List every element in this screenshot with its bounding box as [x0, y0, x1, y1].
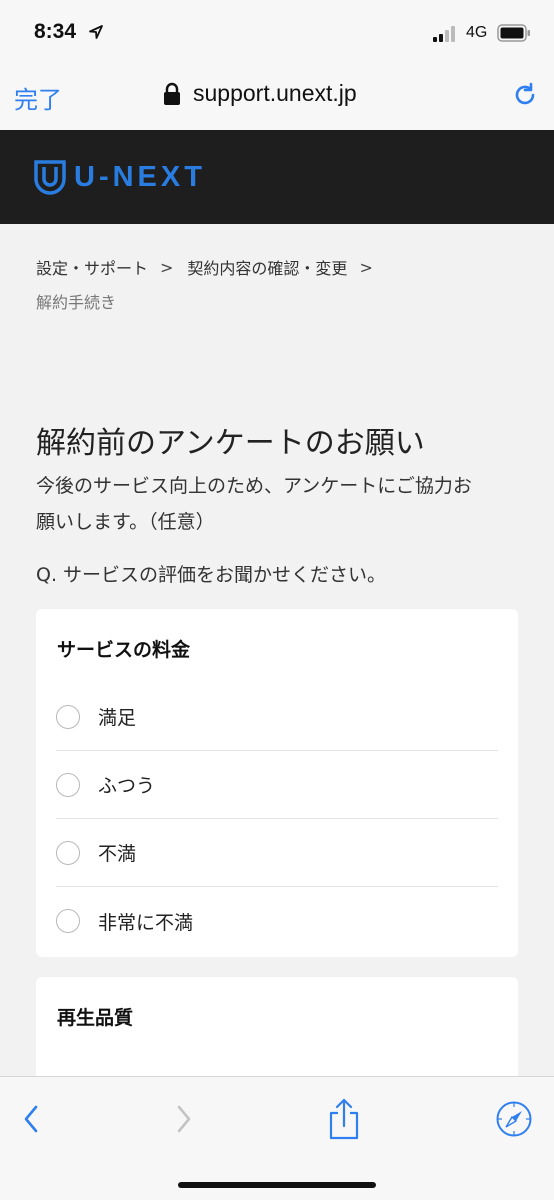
- survey-card-price: サービスの料金 満足 ふつう 不満 非常に不満: [36, 609, 518, 957]
- safari-compass-icon: [496, 1101, 532, 1137]
- home-indicator: [178, 1182, 376, 1188]
- radio-button[interactable]: [56, 909, 80, 933]
- intro-line-2: 願いします。（任意）: [36, 511, 215, 533]
- option-label: ふつう: [98, 775, 156, 797]
- breadcrumb: 設定・サポート > 契約内容の確認・変更 > 解約手続き: [36, 255, 526, 313]
- share-icon: [329, 1098, 359, 1140]
- intro-text: 今後のサービス向上のため、アンケートにご協力お 願いします。（任意）: [36, 468, 526, 540]
- lock-icon: [164, 82, 180, 105]
- radio-button[interactable]: [56, 704, 80, 729]
- radio-option-very-dissatisfied[interactable]: 非常に不満: [56, 887, 498, 955]
- page-title: 解約前のアンケートのお願い: [36, 426, 425, 461]
- breadcrumb-separator-icon: >: [160, 257, 174, 277]
- forward-icon: [177, 1105, 191, 1133]
- radio-option-normal[interactable]: ふつう: [56, 751, 498, 819]
- network-type: 4G: [466, 24, 488, 41]
- reload-icon[interactable]: [510, 80, 540, 110]
- card-title: 再生品質: [57, 1007, 134, 1029]
- share-button[interactable]: [324, 1098, 364, 1140]
- signal-icon: [433, 26, 455, 42]
- radio-group: 満足 ふつう 不満 非常に不満: [56, 683, 498, 955]
- radio-option-dissatisfied[interactable]: 不満: [56, 819, 498, 887]
- breadcrumb-item-contract[interactable]: 契約内容の確認・変更: [187, 255, 347, 279]
- url-address[interactable]: support.unext.jp: [193, 80, 357, 107]
- status-time: 8:34: [34, 20, 77, 43]
- option-label: 不満: [98, 843, 137, 865]
- option-label: 非常に不満: [98, 911, 194, 934]
- back-icon: [24, 1105, 38, 1133]
- intro-line-1: 今後のサービス向上のため、アンケートにご協力お: [36, 475, 472, 497]
- back-button[interactable]: [12, 1099, 52, 1139]
- option-label: 満足: [98, 707, 137, 729]
- card-title: サービスの料金: [57, 639, 191, 661]
- breadcrumb-item-settings-support[interactable]: 設定・サポート: [36, 255, 148, 279]
- unext-shield-icon: [34, 160, 66, 195]
- unext-logo[interactable]: U-NEXT: [34, 158, 206, 196]
- breadcrumb-separator-icon: >: [359, 257, 373, 277]
- forward-button[interactable]: [163, 1099, 203, 1139]
- breadcrumb-current: 解約手続き: [36, 293, 117, 312]
- radio-option-satisfied[interactable]: 満足: [56, 683, 498, 751]
- site-header: U-NEXT: [0, 130, 554, 224]
- browser-bar: 完了 support.unext.jp: [0, 68, 554, 130]
- done-button[interactable]: 完了: [14, 80, 62, 115]
- logo-text: U-NEXT: [74, 160, 206, 193]
- safari-button[interactable]: [494, 1099, 534, 1139]
- location-arrow-icon: [89, 25, 103, 39]
- survey-question: Q. サービスの評価をお聞かせください。: [36, 564, 387, 586]
- status-bar: 8:34 4G: [0, 0, 554, 68]
- radio-button[interactable]: [56, 772, 80, 797]
- radio-button[interactable]: [56, 840, 80, 865]
- battery-icon: [497, 24, 530, 42]
